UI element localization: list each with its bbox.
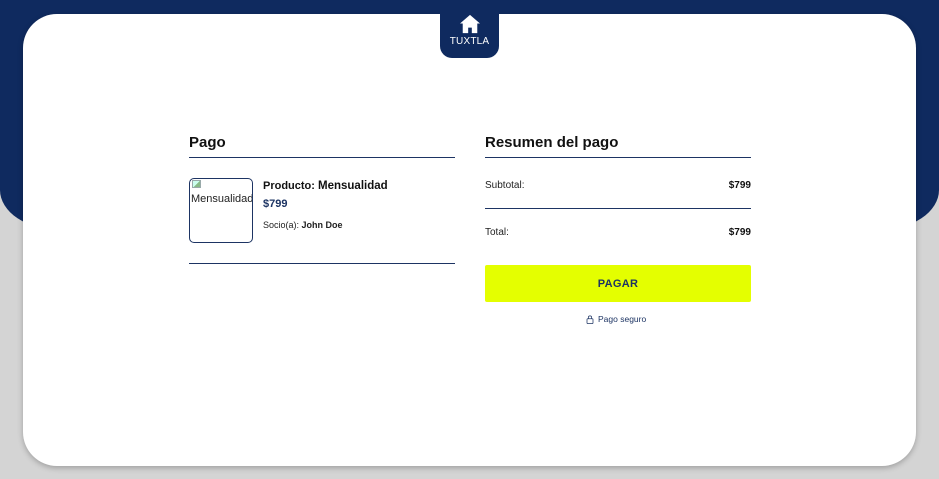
- page: TUXTLA Pago Mensualidad Producto: Mensua…: [0, 0, 939, 479]
- product-price: $799: [263, 198, 288, 210]
- subtotal-label: Subtotal:: [485, 180, 525, 191]
- home-icon: [459, 14, 480, 34]
- product-name-prefix: Producto:: [263, 180, 315, 192]
- member-prefix: Socio(a):: [263, 220, 300, 230]
- lock-icon: [586, 315, 594, 324]
- member-name: John Doe: [301, 220, 343, 230]
- payment-title: Pago: [189, 134, 226, 151]
- total-value: $799: [728, 227, 751, 238]
- checkout-card: [23, 14, 916, 466]
- product-image-alt: Mensualidad: [191, 193, 253, 205]
- home-label: TUXTLA: [449, 36, 490, 47]
- payment-bottom-divider: [189, 263, 455, 264]
- summary-divider: [485, 208, 751, 209]
- summary-title: Resumen del pago: [485, 134, 619, 151]
- summary-title-divider: [485, 157, 751, 158]
- broken-image-icon: [192, 180, 201, 188]
- total-label: Total:: [485, 227, 509, 238]
- home-button[interactable]: TUXTLA: [440, 9, 499, 58]
- payment-title-divider: [189, 157, 455, 158]
- product-member: Socio(a): John Doe: [263, 220, 343, 230]
- pay-button[interactable]: PAGAR: [485, 265, 751, 302]
- product-name-value: Mensualidad: [318, 180, 388, 192]
- secure-payment-label: Pago seguro: [598, 314, 647, 324]
- product-image: Mensualidad: [189, 178, 253, 243]
- product-name: Producto: Mensualidad: [263, 180, 388, 192]
- subtotal-value: $799: [728, 180, 751, 191]
- secure-payment-note: Pago seguro: [586, 314, 646, 324]
